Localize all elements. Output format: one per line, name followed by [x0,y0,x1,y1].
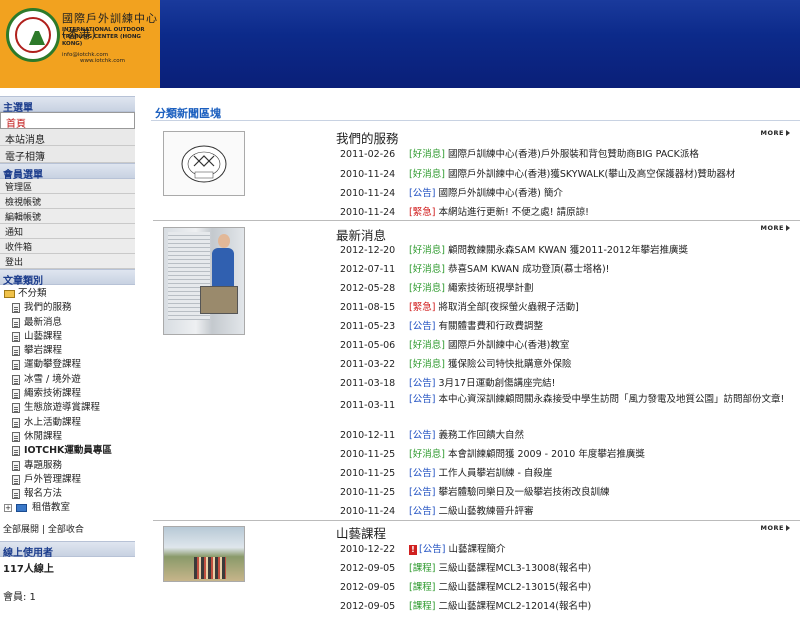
news-row[interactable]: 2011-03-11[公告] 本中心資深訓練顧問關永森接受中學生訪問「風力發電及… [340,393,785,412]
more-link[interactable]: MORE [761,224,790,232]
category-title: 文章類別 [0,269,135,287]
member-admin[interactable]: 管理區 [0,179,135,194]
news-row[interactable]: 2012-09-05 [課程] 二級山藝課程MCL2-12014(報名中) [340,598,790,612]
news-row[interactable]: 2011-03-22 [好消息] 獲保險公司特快批購意外保險 [340,356,790,370]
expand-all-link[interactable]: 全部展開 [3,525,39,535]
document-icon [12,374,20,385]
logo-title-en: INTERNATIONAL OUTDOOR TRAINING CENTER (H… [62,27,145,47]
category-item[interactable]: 冰雪 / 境外遊 [4,373,135,387]
document-icon [12,460,20,471]
news-row[interactable]: 2012-09-05 [課程] 二級山藝課程MCL2-13015(報名中) [340,579,790,593]
section-title: 我們的服務 [336,131,399,146]
member-menu-title: 會員選單 [0,163,135,181]
iotc-logo-icon [181,145,227,183]
category-tree: 不分類 我們的服務 最新消息 山藝課程 攀岩課程 運動攀登課程 冰雪 / 境外遊… [0,285,135,516]
tree-expand-links: 全部展開 | 全部收合 [0,516,135,541]
document-icon [12,474,20,485]
news-row[interactable]: 2010-12-22! [公告] 山藝課程簡介 [340,541,790,555]
member-inbox[interactable]: 收件箱 [0,239,135,254]
news-row[interactable]: 2010-11-24 [緊急] 本網站進行更新! 不便之處! 請原諒! [340,204,790,218]
document-icon [12,331,20,342]
news-row[interactable]: 2010-11-24 [好消息] 國際戶外訓練中心(香港)獲SKYWALK(攀山及… [340,166,790,180]
document-icon [12,317,20,328]
document-icon [12,403,20,414]
separator: | [41,524,45,535]
more-link[interactable]: MORE [761,129,790,137]
section-thumbnail [163,227,245,335]
section-title: 山藝課程 [336,526,387,541]
category-root[interactable]: 不分類 [4,287,135,301]
news-row[interactable]: 2012-05-28 [好消息] 繩索技術班視學計劃 [340,280,790,294]
document-icon [12,346,20,357]
member-view-account[interactable]: 檢視帳號 [0,194,135,209]
category-item[interactable]: 我們的服務 [4,301,135,315]
main-menu-title: 主選單 [0,96,135,114]
news-row[interactable]: 2012-07-11 [好消息] 恭喜SAM KWAN 成功登頂(慕士塔格)! [340,261,790,275]
category-item[interactable]: 休閒課程 [4,430,135,444]
news-row[interactable]: 2010-12-11 [公告] 義務工作回饋大自然 [340,427,790,441]
news-row[interactable]: 2010-11-25 [好消息] 本會訓練顧問獲 2009 - 2010 年度攀岩… [340,446,790,460]
news-section-latest: 最新消息 MORE 2012-12-20 [好消息] 顧問教練關永森SAM KWA… [153,220,800,520]
document-icon [12,389,20,400]
category-item[interactable]: 專題服務 [4,459,135,473]
member-count: 會員: 1 [3,591,36,603]
section-thumbnail [163,131,245,196]
menu-site-news[interactable]: 本站消息 [0,129,135,146]
main-content: 分類新聞區塊 我們的服務 MORE 2011-02-26 [好消息] 國際戶訓練中… [143,96,800,619]
news-row[interactable]: 2010-11-24 [公告] 二級山藝教練晉升評審 [340,503,790,517]
news-row[interactable]: 2012-09-05 [課程] 三級山藝課程MCL3-13008(報名中) [340,560,790,574]
document-icon [12,360,20,371]
alert-icon: ! [409,545,417,555]
news-row[interactable]: 2011-08-15 [緊急] 將取消全部[夜探螢火蟲親子活動] [340,299,790,313]
member-notifications[interactable]: 通知 [0,224,135,239]
news-row[interactable]: 2010-11-25 [公告] 攀岩體驗同樂日及一級攀岩技術改良訓練 [340,484,790,498]
site-logo[interactable]: 國際戶外訓練中心(香港) INTERNATIONAL OUTDOOR TRAIN… [0,0,160,88]
header-banner: 國際戶外訓練中心(香港) INTERNATIONAL OUTDOOR TRAIN… [0,0,800,88]
category-item[interactable]: 報名方法 [4,487,135,501]
news-row[interactable]: 2010-11-24 [公告] 國際戶外訓練中心(香港) 簡介 [340,185,790,199]
category-folder[interactable]: + 租借教室 [4,501,135,515]
category-item[interactable]: 最新消息 [4,316,135,330]
news-row[interactable]: 2011-03-18 [公告] 3月17日運動創傷講座完結! [340,375,790,389]
news-section-mountain: 山藝課程 MORE 2010-12-22! [公告] 山藝課程簡介 2012-09… [153,520,800,619]
news-row[interactable]: 2010-11-25 [公告] 工作人員攀岩訓練 - 自殺崖 [340,465,790,479]
category-item[interactable]: 運動攀登課程 [4,358,135,372]
expand-plus-icon[interactable]: + [4,504,12,513]
member-edit-account[interactable]: 編輯帳號 [0,209,135,224]
category-item[interactable]: 繩索技術課程 [4,387,135,401]
collapse-all-link[interactable]: 全部收合 [48,525,84,535]
logo-contact: info@iotchk.com www.iotchk.com [62,52,158,64]
category-item[interactable]: 生態旅遊導賞課程 [4,401,135,415]
folder-icon [16,504,27,513]
document-icon [12,303,20,314]
category-item[interactable]: 戶外管理課程 [4,473,135,487]
news-row[interactable]: 2011-05-06 [好消息] 國際戶外訓練中心(香港)教室 [340,337,790,351]
news-row[interactable]: 2012-12-20 [好消息] 顧問教練關永森SAM KWAN 獲2011-20… [340,242,790,256]
page-title: 分類新聞區塊 [155,107,221,120]
category-item[interactable]: 水上活動課程 [4,416,135,430]
category-item[interactable]: 攀岩課程 [4,344,135,358]
document-icon [12,489,20,500]
online-title: 線上使用者 [0,540,135,559]
menu-photo-album[interactable]: 電子相簿 [0,146,135,163]
title-divider [151,120,800,121]
member-logout[interactable]: 登出 [0,254,135,269]
open-folder-icon [4,290,15,298]
logo-web: www.iotchk.com [80,58,125,64]
news-row[interactable]: 2011-02-26 [好消息] 國際戶訓練中心(香港)戶外服裝和背包贊助商BIG… [340,146,790,160]
news-row[interactable]: 2011-05-23 [公告] 有關體書費和行政費調整 [340,318,790,332]
news-section-services: 我們的服務 MORE 2011-02-26 [好消息] 國際戶訓練中心(香港)戶外… [153,126,800,222]
category-item[interactable]: IOTCHK運動員專區 [4,444,135,458]
online-count: 117人線上 [3,563,54,575]
document-icon [12,431,20,442]
section-thumbnail [163,526,245,582]
document-icon [12,446,20,457]
sidebar: 主選單 首頁 本站消息 電子相簿 會員選單 管理區 檢視帳號 編輯帳號 通知 收… [0,96,135,619]
more-link[interactable]: MORE [761,524,790,532]
menu-home[interactable]: 首頁 [0,112,135,130]
document-icon [12,417,20,428]
logo-seal-icon [6,8,60,62]
category-item[interactable]: 山藝課程 [4,330,135,344]
